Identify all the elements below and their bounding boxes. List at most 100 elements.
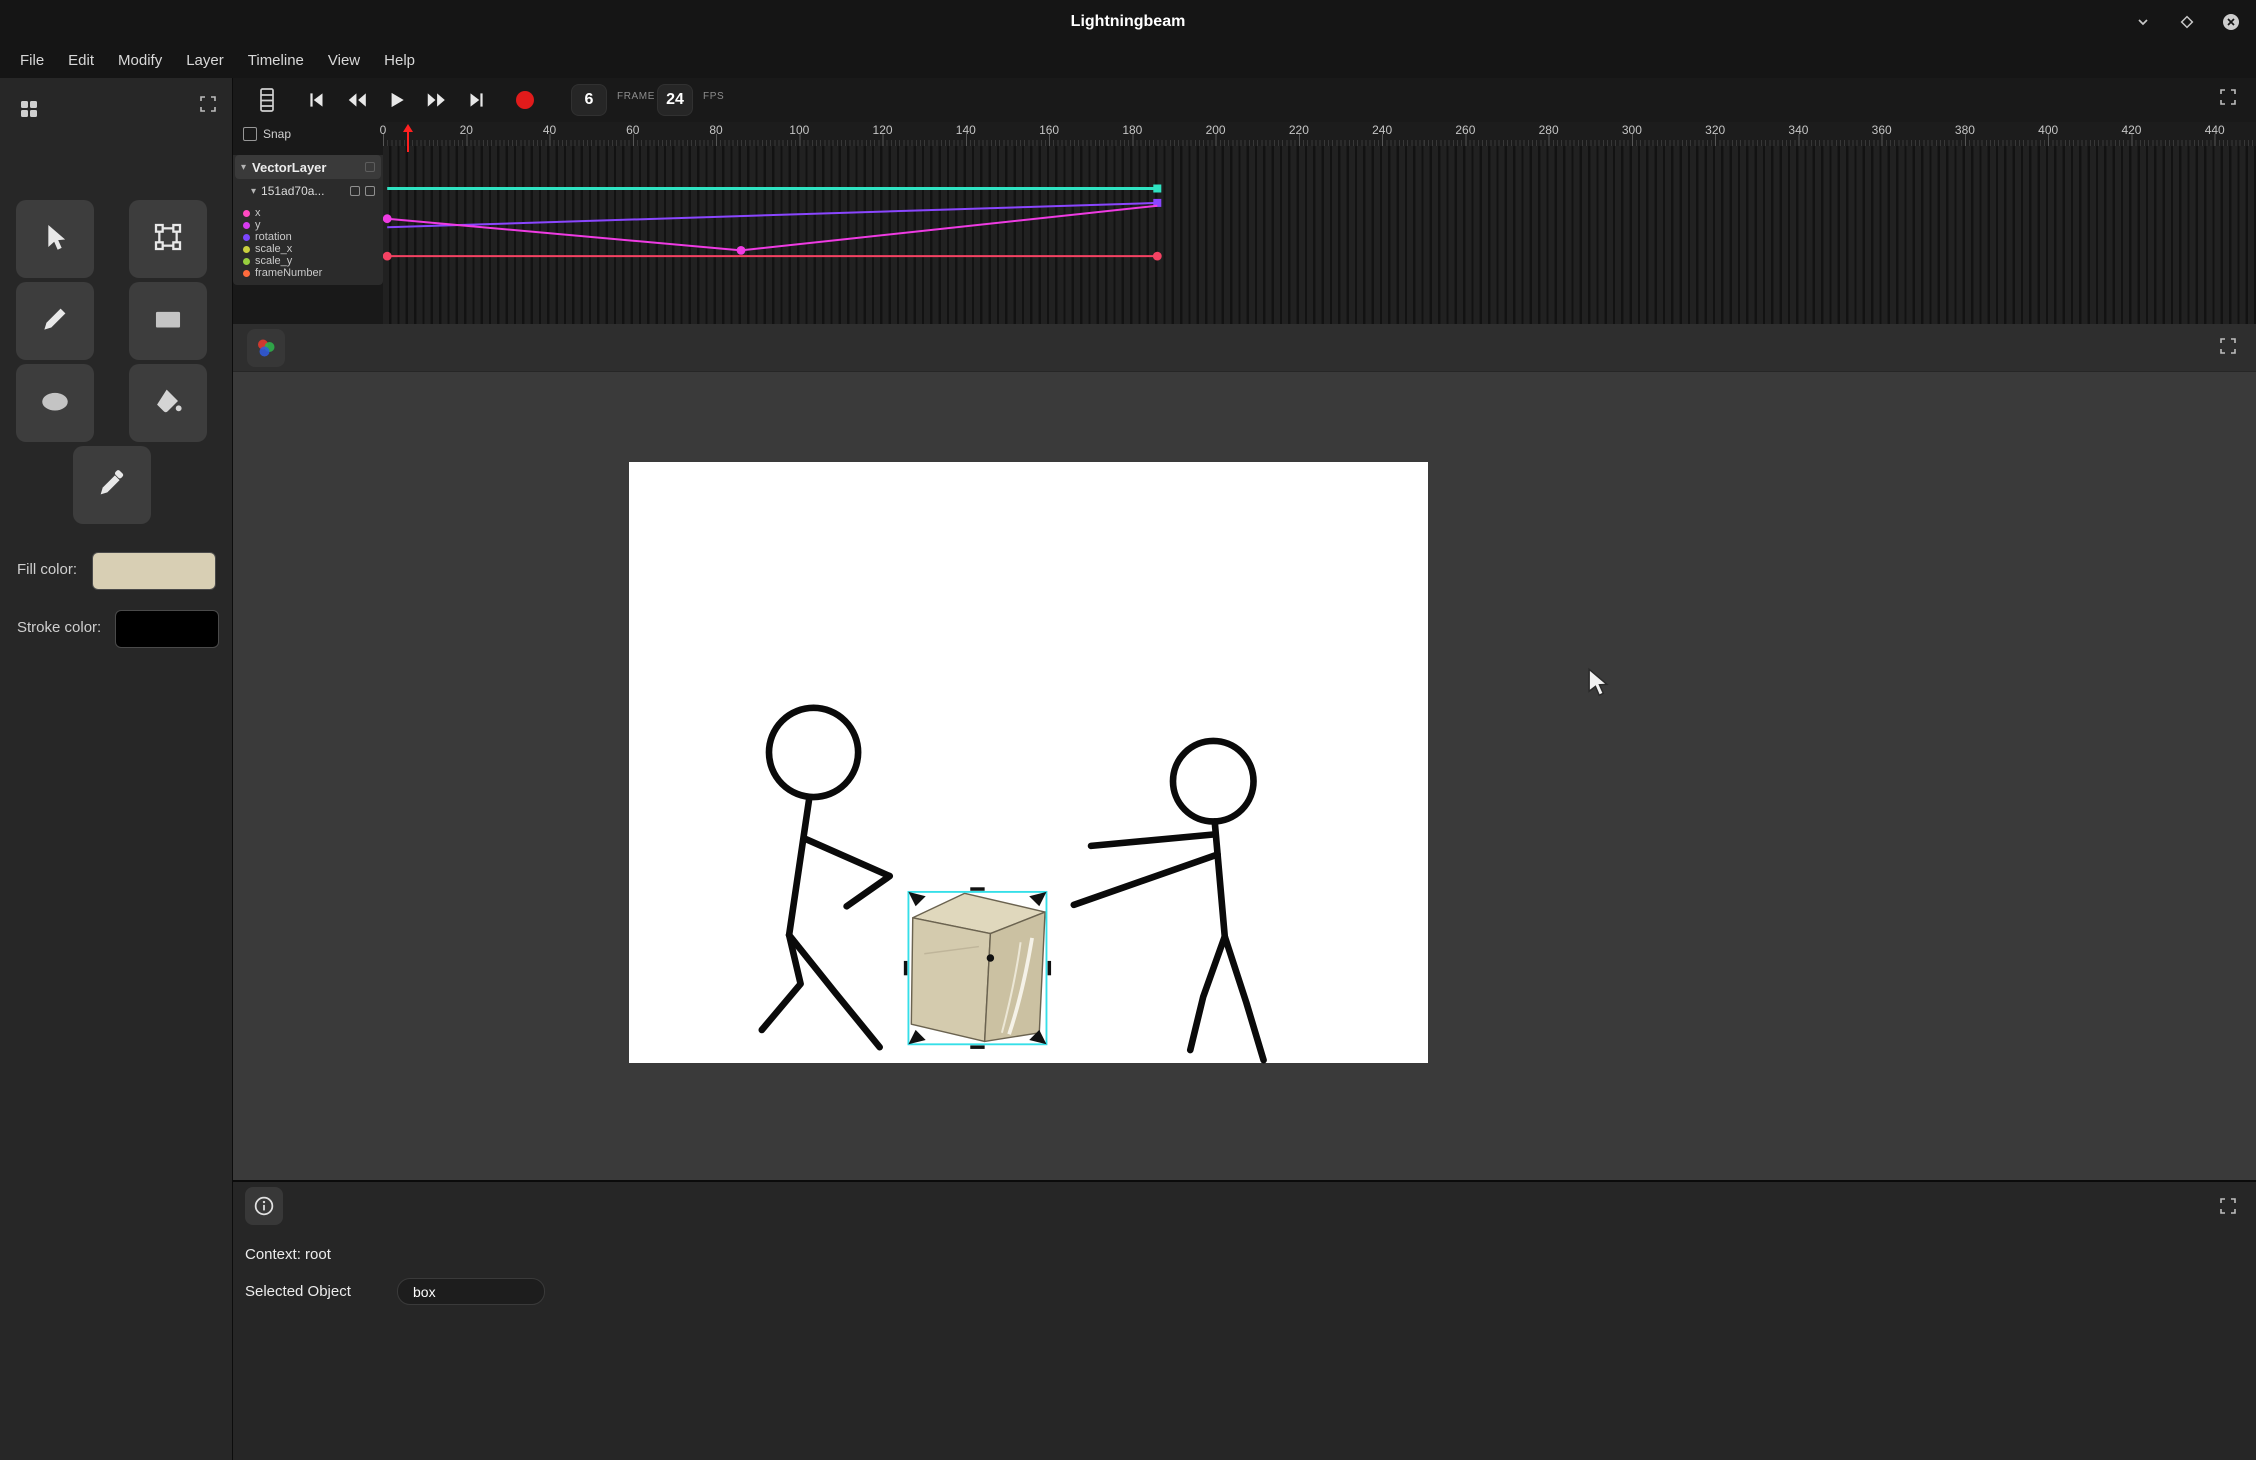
ruler-tick-label: 160: [1039, 123, 1059, 137]
sublayer-row[interactable]: ▾ 151ad70a...: [233, 179, 383, 203]
fps-counter[interactable]: 24: [657, 84, 693, 116]
close-icon[interactable]: [2220, 11, 2242, 33]
keyframe-marker[interactable]: [1153, 185, 1161, 193]
layer-option-icon[interactable]: [365, 162, 375, 172]
info-icon[interactable]: [245, 1187, 283, 1225]
layer-list: ▾ VectorLayer ▾ 151ad70a... xyrotationsc…: [233, 146, 383, 324]
animation-curves[interactable]: [383, 146, 2256, 324]
menu-file[interactable]: File: [8, 44, 56, 78]
track-property-x[interactable]: x: [243, 207, 383, 219]
menu-view[interactable]: View: [316, 44, 372, 78]
track-property-y[interactable]: y: [243, 219, 383, 231]
frame-counter[interactable]: 6: [571, 84, 607, 116]
selected-object-row: Selected Object: [245, 1278, 351, 1305]
sublayer-name: 151ad70a...: [261, 184, 345, 198]
snap-checkbox[interactable]: [243, 127, 257, 141]
ruler-tick-label: 380: [1955, 123, 1975, 137]
selection-center-handle[interactable]: [987, 954, 994, 961]
fill-color-swatch[interactable]: [92, 552, 216, 590]
rewind-button[interactable]: [341, 85, 373, 115]
layer-caret-icon[interactable]: ▾: [241, 162, 246, 173]
ruler-tick-label: 360: [1872, 123, 1892, 137]
ruler-tick-label: 20: [460, 123, 473, 137]
sublayer-lock-icon[interactable]: [365, 186, 375, 196]
property-tracks: xyrotationscale_xscale_yframeNumber: [233, 203, 383, 279]
property-name: y: [255, 219, 261, 231]
menu-edit[interactable]: Edit: [56, 44, 106, 78]
stick-figure-right[interactable]: [1074, 741, 1264, 1060]
layout-grid-icon[interactable]: [12, 92, 46, 126]
ruler-row: Snap 02040608010012014016018020022024026…: [233, 122, 2256, 146]
skip-end-button[interactable]: [460, 85, 492, 115]
snap-toggle[interactable]: Snap: [243, 125, 291, 143]
tools-expand-icon[interactable]: [198, 94, 218, 119]
sublayer-caret-icon[interactable]: ▾: [251, 186, 256, 197]
ruler-tick-label: 260: [1455, 123, 1475, 137]
context-label: Context: root: [245, 1246, 331, 1263]
property-name: rotation: [255, 231, 292, 243]
keyframe-marker[interactable]: [383, 252, 392, 261]
property-name: x: [255, 207, 261, 219]
record-button[interactable]: [509, 85, 541, 115]
menu-modify[interactable]: Modify: [106, 44, 174, 78]
window-title: Lightningbeam: [0, 0, 2256, 44]
ruler-tick-label: 440: [2205, 123, 2225, 137]
stick-figure-left[interactable]: [762, 708, 890, 1047]
curve-purple[interactable]: [387, 203, 1157, 227]
film-strip-icon[interactable]: [249, 82, 285, 118]
select-arrow-icon: [39, 221, 71, 258]
track-property-frameNumber[interactable]: frameNumber: [243, 267, 383, 279]
inspector-expand-icon[interactable]: [2218, 1196, 2238, 1221]
sublayer-visibility-icon[interactable]: [350, 186, 360, 196]
maximize-icon[interactable]: [2176, 11, 2198, 33]
keyframe-color-dot: [243, 210, 250, 217]
curve-magenta[interactable]: [387, 206, 1157, 251]
inspector-panel: Context: root Selected Object: [233, 1180, 2256, 1460]
keyframe-color-dot: [243, 234, 250, 241]
fast-forward-button[interactable]: [420, 85, 452, 115]
transport-bar: 6 FRAME 24 FPS: [233, 78, 2256, 122]
ruler-tick-label: 420: [2121, 123, 2141, 137]
canvas-expand-icon[interactable]: [2218, 336, 2238, 361]
rectangle-tool-button[interactable]: [129, 282, 207, 360]
play-button[interactable]: [380, 85, 412, 115]
ruler-tick-label: 120: [873, 123, 893, 137]
eyedropper-tool-button[interactable]: [73, 446, 151, 524]
keyframe-marker[interactable]: [1153, 252, 1162, 261]
mouse-cursor: [1587, 668, 1609, 698]
ruler-tick-label: 340: [1788, 123, 1808, 137]
pencil-tool-button[interactable]: [16, 282, 94, 360]
ruler-tick-label: 220: [1289, 123, 1309, 137]
keyframe-color-dot: [243, 258, 250, 265]
transform-frame-icon: [152, 221, 184, 258]
ruler-tick-label: 200: [1206, 123, 1226, 137]
timeline-tracks: ▾ VectorLayer ▾ 151ad70a... xyrotationsc…: [233, 146, 2256, 324]
ellipse-tool-button[interactable]: [16, 364, 94, 442]
menu-layer[interactable]: Layer: [174, 44, 236, 78]
menu-help[interactable]: Help: [372, 44, 427, 78]
color-mixer-icon[interactable]: [247, 329, 285, 367]
track-property-rotation[interactable]: rotation: [243, 231, 383, 243]
select-tool-button[interactable]: [16, 200, 94, 278]
ruler-tick-label: 40: [543, 123, 556, 137]
playhead[interactable]: [401, 124, 415, 152]
window-controls: [2132, 0, 2242, 44]
minimize-icon[interactable]: [2132, 11, 2154, 33]
track-property-scale_y[interactable]: scale_y: [243, 255, 383, 267]
track-property-scale_x[interactable]: scale_x: [243, 243, 383, 255]
stage-canvas[interactable]: [629, 462, 1428, 1063]
transform-tool-button[interactable]: [129, 200, 207, 278]
box-object[interactable]: [911, 893, 1045, 1041]
keyframe-marker[interactable]: [383, 214, 392, 223]
timeline-ruler[interactable]: 0204060801001201401601802002202402602803…: [383, 122, 2256, 146]
ruler-tick-label: 140: [956, 123, 976, 137]
menu-timeline[interactable]: Timeline: [236, 44, 316, 78]
bucket-tool-button[interactable]: [129, 364, 207, 442]
stroke-color-swatch[interactable]: [115, 610, 219, 648]
timeline-expand-icon[interactable]: [2218, 87, 2238, 112]
ruler-tick-label: 80: [709, 123, 722, 137]
selected-object-input[interactable]: [397, 1278, 545, 1305]
keyframe-marker[interactable]: [737, 246, 746, 255]
skip-start-button[interactable]: [301, 85, 333, 115]
layer-row-vectorlayer[interactable]: ▾ VectorLayer: [235, 155, 381, 179]
